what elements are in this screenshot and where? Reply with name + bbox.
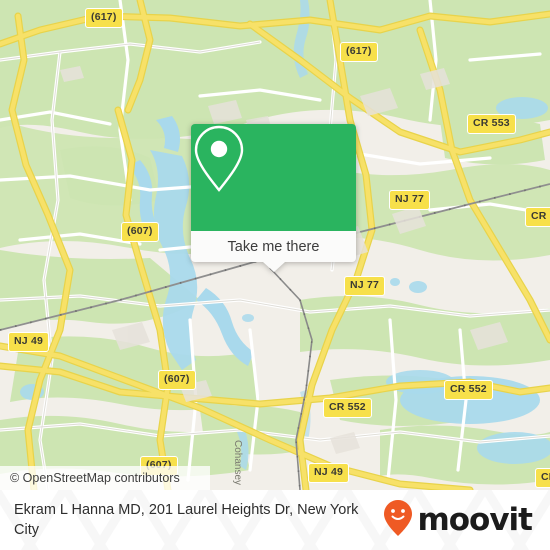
take-me-there-button[interactable]: Take me there bbox=[191, 231, 356, 262]
road-shield: NJ 77 bbox=[389, 190, 431, 210]
road-shield: NJ 49 bbox=[8, 332, 50, 352]
popup-icon-panel bbox=[191, 124, 356, 231]
road-shield: (607) bbox=[121, 222, 159, 242]
osm-attribution-text: © OpenStreetMap contributors bbox=[10, 471, 180, 485]
map-canvas[interactable]: (617) (617) CR 553 NJ 77 CR 5 (607) NJ 7… bbox=[0, 0, 550, 490]
road-shield: CR bbox=[535, 468, 550, 488]
place-title: Ekram L Hanna MD, 201 Laurel Heights Dr,… bbox=[14, 502, 359, 538]
moovit-map-screenshot: (617) (617) CR 553 NJ 77 CR 5 (607) NJ 7… bbox=[0, 0, 550, 550]
moovit-logo[interactable]: moovit bbox=[383, 499, 533, 542]
footer-bar: Ekram L Hanna MD, 201 Laurel Heights Dr,… bbox=[0, 490, 550, 550]
road-shield: CR 552 bbox=[444, 380, 493, 400]
moovit-pin-icon bbox=[383, 499, 413, 542]
road-shield: CR 552 bbox=[323, 398, 372, 418]
road-shield: (607) bbox=[158, 370, 196, 390]
road-shield: (617) bbox=[340, 42, 378, 62]
popup-pointer bbox=[262, 262, 285, 272]
road-shield: NJ 77 bbox=[344, 276, 386, 296]
location-popup-card[interactable]: Take me there bbox=[191, 124, 356, 272]
street-name-label: Cohansey bbox=[232, 440, 243, 486]
road-shield: NJ 49 bbox=[308, 463, 350, 483]
moovit-wordmark: moovit bbox=[417, 501, 533, 538]
road-shield: (617) bbox=[85, 8, 123, 28]
road-shield: CR 5 bbox=[525, 207, 550, 227]
road-shield: CR 553 bbox=[467, 114, 516, 134]
osm-attribution[interactable]: © OpenStreetMap contributors bbox=[0, 466, 210, 490]
take-me-there-label: Take me there bbox=[227, 238, 320, 255]
